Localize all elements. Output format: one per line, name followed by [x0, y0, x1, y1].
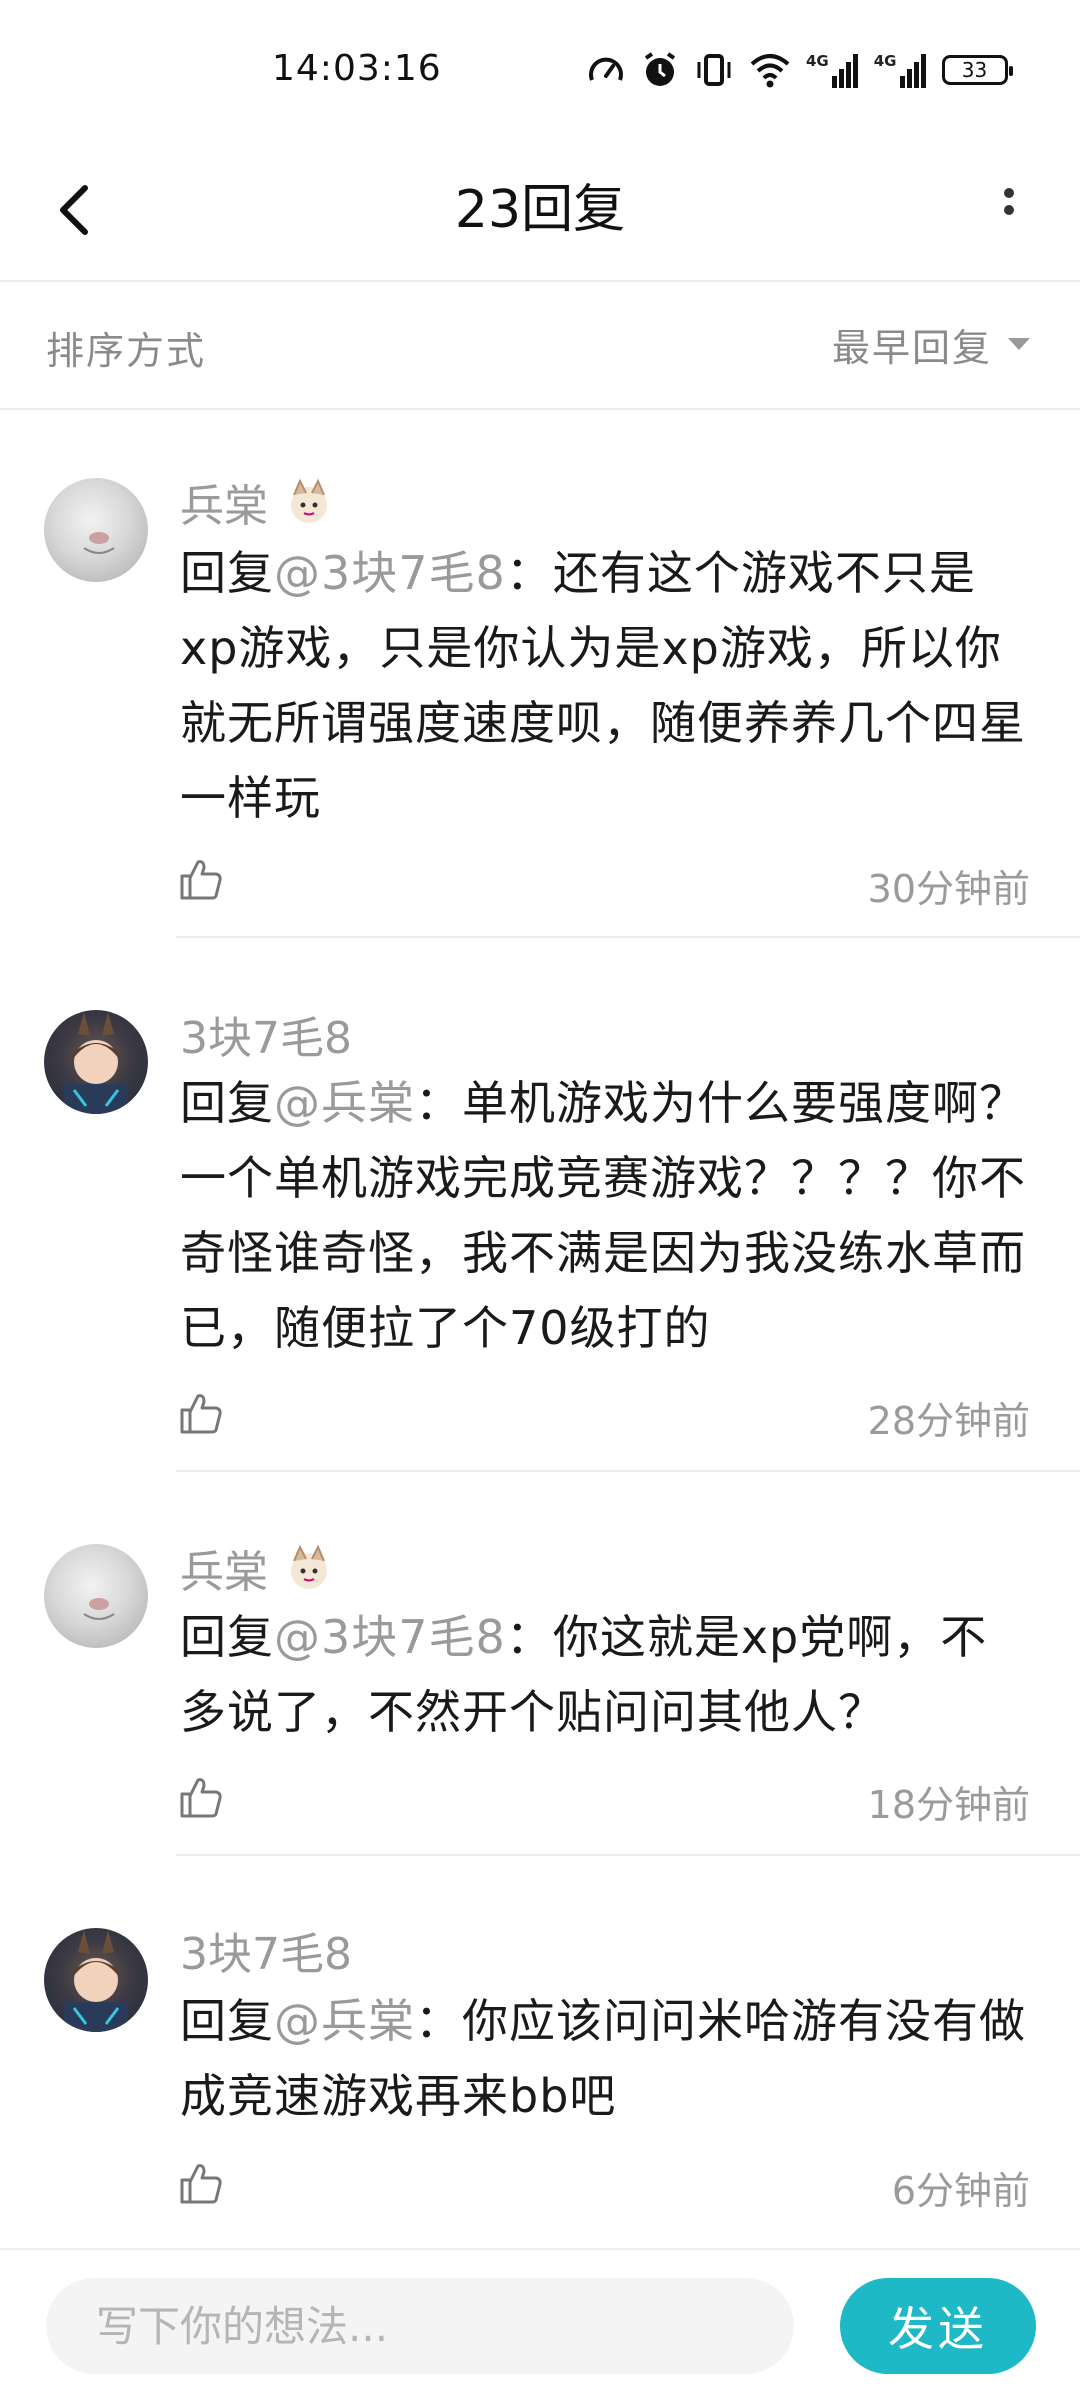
mention-link[interactable]: @兵棠 — [274, 1994, 415, 2048]
signal-1: 4G — [806, 52, 860, 88]
comment-time: 6分钟前 — [891, 2169, 1030, 2213]
thumbs-up-icon[interactable] — [178, 1774, 224, 1820]
avatar-image — [64, 1930, 128, 2032]
comment-item: 兵棠 回复@3块7毛8：你这就是xp党啊，不多说了，不然开个贴问问其他人？ 18… — [0, 1472, 1080, 1856]
cell-signal-icon — [831, 54, 858, 88]
username-text: 兵棠 — [180, 1547, 268, 1598]
username-text: 3块7毛8 — [180, 1013, 352, 1064]
mention-link[interactable]: @3块7毛8 — [274, 546, 506, 600]
username[interactable]: 3块7毛8 — [180, 1918, 352, 1982]
comment-item: 兵棠 回复@3块7毛8：还有这个游戏不只是xp游戏，只是你认为是xp游戏，所以你… — [0, 408, 1080, 938]
thumbs-up-icon[interactable] — [178, 2160, 224, 2206]
mention-link[interactable]: @3块7毛8 — [274, 1610, 506, 1664]
avatar[interactable] — [44, 1010, 148, 1114]
wifi-icon — [750, 54, 790, 88]
avatar-badge-icon — [291, 478, 327, 523]
cell-signal-icon — [899, 54, 926, 88]
status-bar: 14:03:16 4G 4G 33 — [0, 0, 1080, 140]
battery-level: 33 — [961, 58, 988, 82]
username-text: 3块7毛8 — [180, 1929, 352, 1980]
avatar[interactable] — [44, 478, 148, 582]
signal-2: 4G — [874, 52, 928, 88]
comment-text: 回复@兵棠：你应该问问米哈游有没有做成竞速游戏再来bb吧 — [180, 1984, 1030, 2134]
reply-prefix: 回复 — [180, 1610, 274, 1664]
more-options-button[interactable] — [974, 170, 1044, 250]
username[interactable]: 兵棠 — [180, 470, 336, 534]
status-icons: 4G 4G 33 — [586, 50, 1013, 90]
top-nav-bar: 23回复 — [0, 140, 1080, 282]
page-title: 23回复 — [454, 180, 626, 240]
reply-input[interactable] — [46, 2278, 794, 2374]
username-text: 兵棠 — [180, 481, 268, 532]
sort-bar: 排序方式 最早回复 — [0, 282, 1080, 410]
network-type-label: 4G — [806, 52, 829, 70]
vibrate-icon — [697, 54, 731, 86]
thumbs-up-icon[interactable] — [178, 1390, 224, 1436]
caret-down-icon — [1008, 338, 1030, 350]
comment-text: 回复@兵棠：单机游戏为什么要强度啊？一个单机游戏完成竞赛游戏？？？？你不奇怪谁奇… — [180, 1066, 1030, 1366]
comment-text: 回复@3块7毛8：还有这个游戏不只是xp游戏，只是你认为是xp游戏，所以你就无所… — [180, 536, 1030, 836]
status-time: 14:03:16 — [272, 48, 442, 89]
send-button[interactable]: 发送 — [840, 2278, 1036, 2374]
mention-link[interactable]: @兵棠 — [274, 1076, 415, 1130]
network-type-label: 4G — [873, 52, 897, 70]
sort-label: 排序方式 — [46, 329, 207, 373]
avatar[interactable] — [44, 1928, 148, 2032]
avatar-badge-icon — [291, 1544, 327, 1589]
reply-prefix: 回复 — [180, 1076, 274, 1130]
username[interactable]: 3块7毛8 — [180, 1002, 352, 1066]
comment-item: 3块7毛8 回复@兵棠：你应该问问米哈游有没有做成竞速游戏再来bb吧 6分钟前 — [0, 1856, 1080, 2246]
comment-time: 28分钟前 — [867, 1399, 1030, 1443]
avatar[interactable] — [44, 1544, 148, 1648]
avatar-image — [64, 1012, 128, 1114]
speedometer-icon — [589, 57, 623, 81]
avatar-image — [83, 532, 115, 554]
thumbs-up-icon[interactable] — [178, 856, 224, 902]
comment-time: 30分钟前 — [867, 867, 1030, 911]
battery-icon: 33 — [941, 55, 1013, 85]
comment-item: 3块7毛8 回复@兵棠：单机游戏为什么要强度啊？一个单机游戏完成竞赛游戏？？？？… — [0, 938, 1080, 1472]
comment-text: 回复@3块7毛8：你这就是xp党啊，不多说了，不然开个贴问问其他人？ — [180, 1600, 1030, 1750]
sort-dropdown[interactable]: 最早回复 — [832, 316, 1032, 372]
reply-prefix: 回复 — [180, 1994, 274, 2048]
sort-value: 最早回复 — [831, 325, 992, 370]
reply-prefix: 回复 — [180, 546, 274, 600]
avatar-image — [83, 1598, 115, 1620]
alarm-icon — [644, 52, 676, 86]
comment-time: 18分钟前 — [867, 1783, 1030, 1827]
more-vertical-icon — [1004, 188, 1014, 215]
username[interactable]: 兵棠 — [180, 1536, 336, 1600]
reply-input-bar: 发送 — [0, 2248, 1080, 2400]
